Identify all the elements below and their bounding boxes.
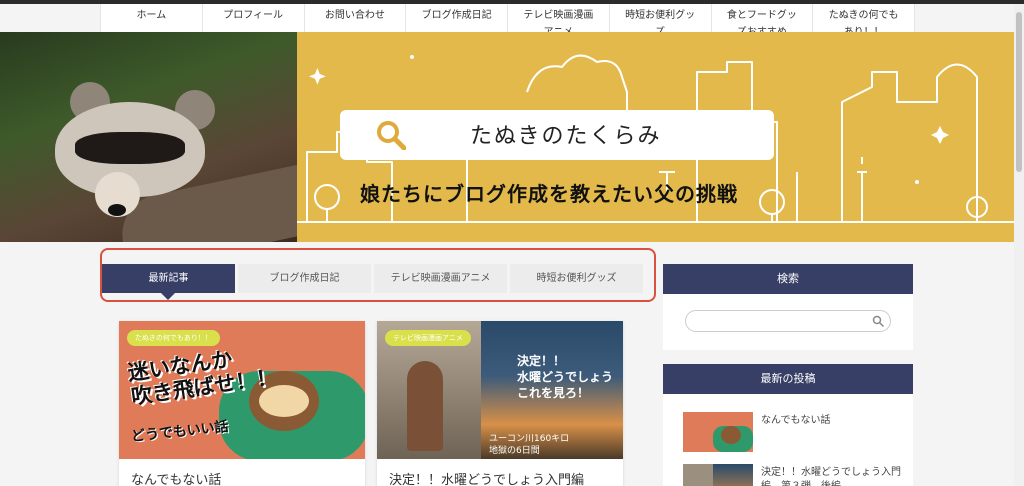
nav-item-blog-diary[interactable]: ブログ作成日記 — [406, 4, 508, 32]
recent-post-title[interactable]: なんでもない話 — [761, 414, 901, 428]
nav-label: お問い合わせ — [324, 10, 385, 21]
tab-label: ブログ作成日記 — [269, 273, 340, 284]
thumbnail-caption: どうでもいい話 — [130, 418, 230, 446]
nav-item-food[interactable]: 食とフードグッズおすすめ — [712, 4, 814, 38]
article-thumbnail[interactable]: テレビ映画漫画アニメ 決定！！ 水曜どうでしょう これを見ろ！ ユーコン川160… — [377, 321, 623, 459]
article-card[interactable]: たぬきの何でもあり！！ 迷いなんか 吹き飛ばせ！！ どうでもいい話 なんでもない… — [119, 321, 365, 486]
nav-label: ホーム — [136, 10, 167, 21]
recent-post-title[interactable]: 決定！！水曜どうでしょう入門編 第３弾 後編 — [761, 466, 901, 486]
scrollbar-thumb[interactable] — [1016, 12, 1022, 172]
search-icon[interactable] — [872, 315, 884, 327]
sidebar-recent-heading: 最新の投稿 — [663, 364, 913, 400]
nav-item-home[interactable]: ホーム — [101, 4, 203, 32]
tab-blog-diary[interactable]: ブログ作成日記 — [238, 264, 371, 293]
category-badge: たぬきの何でもあり！！ — [127, 330, 220, 346]
recent-post-item[interactable]: なんでもない話 — [683, 412, 903, 454]
tab-label: 時短お便利グッズ — [536, 273, 617, 284]
tab-latest[interactable]: 最新記事 — [102, 264, 235, 300]
nav-item-tv-movie[interactable]: テレビ映画漫画アニメ — [508, 4, 610, 38]
article-title[interactable]: なんでもない話 — [131, 469, 221, 486]
search-icon — [377, 121, 406, 150]
global-nav: ホーム プロフィール お問い合わせ ブログ作成日記 テレビ映画漫画アニメ 時短お… — [100, 4, 915, 38]
nav-item-goods[interactable]: 時短お便利グッズ — [610, 4, 712, 38]
nav-label: プロフィール — [223, 10, 284, 21]
tab-goods[interactable]: 時短お便利グッズ — [510, 264, 643, 293]
site-tagline: 娘たちにブログ作成を教えたい父の挑戦 — [360, 182, 738, 206]
article-title[interactable]: 決定！！水曜どうでしょう入門編 — [389, 469, 584, 486]
search-input[interactable] — [685, 310, 891, 332]
tab-label: テレビ映画漫画アニメ — [390, 273, 491, 284]
recent-post-item[interactable]: 決定！！水曜どうでしょう入門編 第３弾 後編 — [683, 464, 903, 486]
nav-item-contact[interactable]: お問い合わせ — [305, 4, 407, 32]
tab-tv-movie[interactable]: テレビ映画漫画アニメ — [374, 264, 507, 293]
nav-item-anything[interactable]: たぬきの何でもあり！！ — [813, 4, 915, 38]
nav-label: ブログ作成日記 — [421, 10, 492, 21]
nav-item-profile[interactable]: プロフィール — [203, 4, 305, 32]
tab-active-caret — [161, 293, 175, 300]
page-scrollbar[interactable] — [1014, 4, 1024, 486]
site-title: たぬきのたくらみ — [470, 124, 662, 149]
article-card[interactable]: テレビ映画漫画アニメ 決定！！ 水曜どうでしょう これを見ろ！ ユーコン川160… — [377, 321, 623, 486]
tab-label: 最新記事 — [148, 273, 189, 284]
article-thumbnail[interactable]: たぬきの何でもあり！！ 迷いなんか 吹き飛ばせ！！ どうでもいい話 — [119, 321, 365, 459]
recent-post-thumbnail[interactable] — [683, 464, 753, 486]
header-search-banner: たぬきのたくらみ — [340, 110, 774, 160]
category-badge: テレビ映画漫画アニメ — [385, 330, 471, 346]
thumbnail-caption: 決定！！ 水曜どうでしょう これを見ろ！ — [517, 354, 614, 400]
thumbnail-caption: ユーコン川160キロ 地獄の6日間 — [489, 434, 570, 456]
site-header[interactable]: たぬきのたくらみ 娘たちにブログ作成を教えたい父の挑戦 — [0, 32, 1014, 242]
recent-post-thumbnail[interactable] — [683, 412, 753, 452]
sidebar-search-heading: 検索 — [663, 264, 913, 300]
sidebar-search-box — [663, 294, 913, 350]
sidebar-recent-list: なんでもない話 決定！！水曜どうでしょう入門編 第３弾 後編 — [663, 394, 913, 486]
category-tabs-highlight: 最新記事 ブログ作成日記 テレビ映画漫画アニメ 時短お便利グッズ — [100, 248, 656, 302]
raccoon-photo — [0, 32, 297, 242]
